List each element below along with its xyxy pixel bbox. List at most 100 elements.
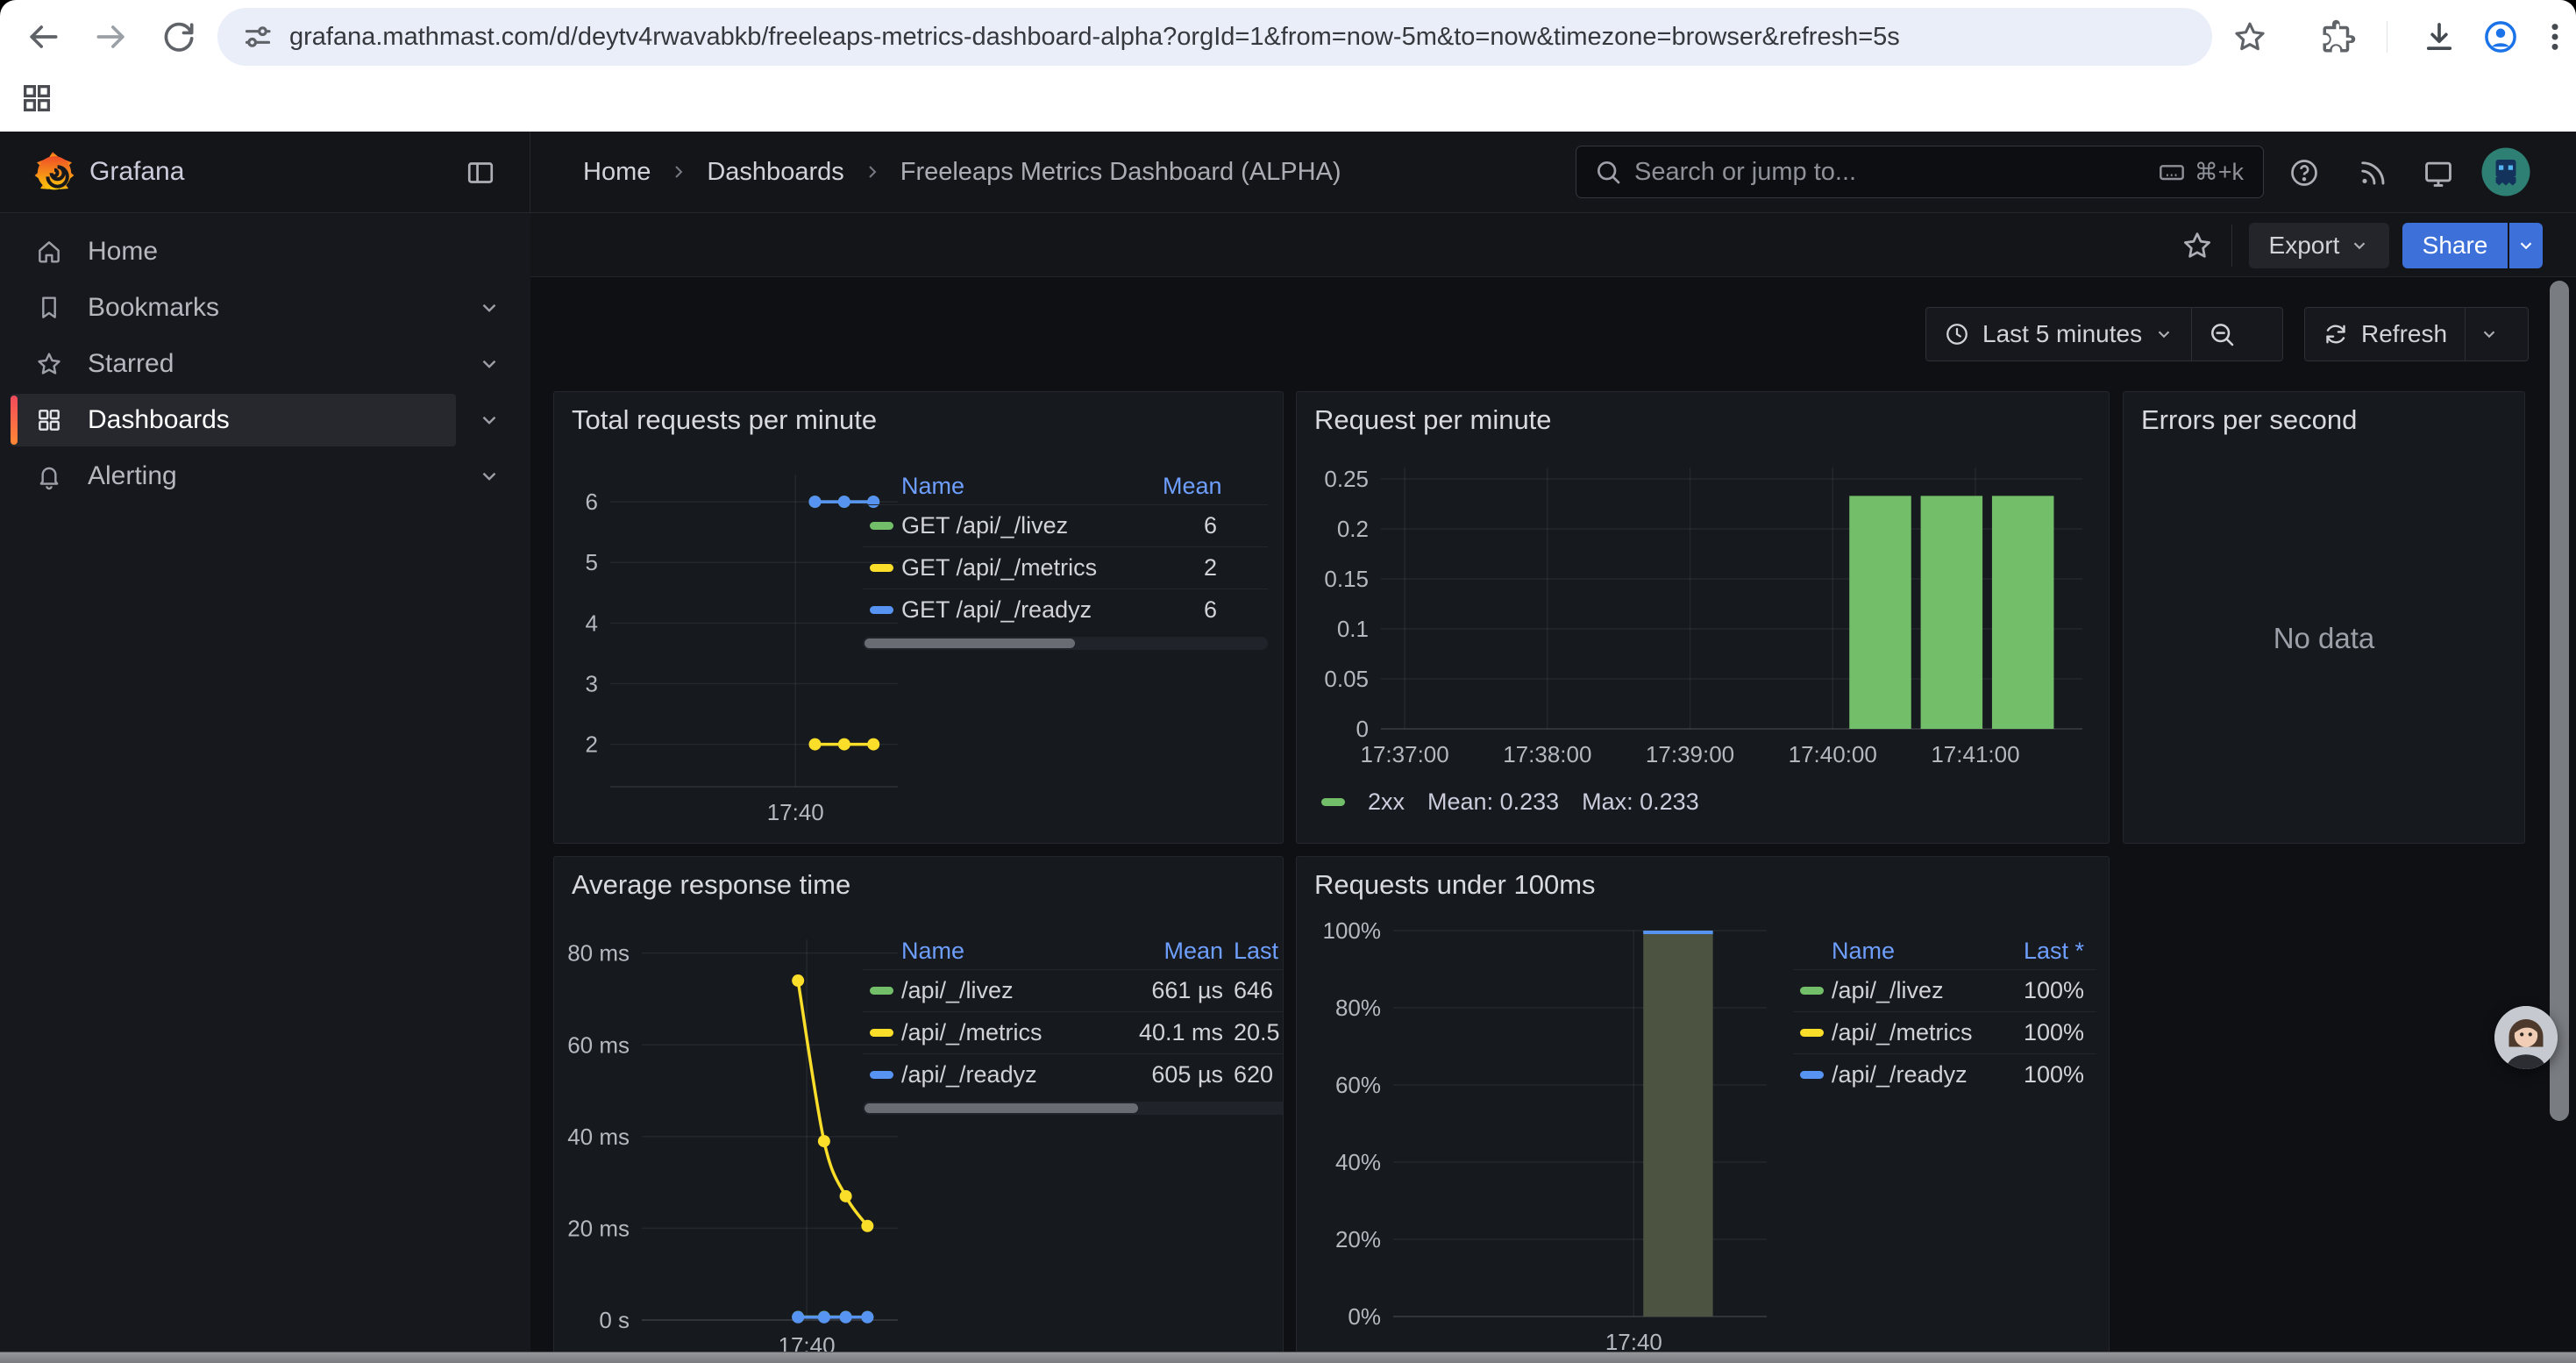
- news-icon[interactable]: [2357, 157, 2388, 189]
- chevron-down-icon[interactable]: [478, 409, 501, 432]
- series-color-dash: [870, 1029, 893, 1037]
- grafana-header: Grafana Home Dashboards Freeleaps Metric…: [0, 132, 2576, 213]
- svg-text:17:40:00: 17:40:00: [1789, 741, 1877, 767]
- series-name[interactable]: /api/_/metrics: [901, 1019, 1102, 1046]
- legend-value: 2: [1163, 554, 1268, 582]
- chevron-right-icon: [862, 161, 883, 182]
- legend-row: GET /api/_/livez6: [863, 504, 1268, 546]
- grafana-logo[interactable]: [33, 151, 75, 193]
- extensions-icon[interactable]: [2320, 18, 2357, 55]
- url-bar[interactable]: grafana.mathmast.com/d/deytv4rwavabkb/fr…: [217, 8, 2212, 66]
- dock-menu-icon[interactable]: [465, 157, 496, 189]
- legend-column-header[interactable]: Last *: [1234, 938, 1284, 965]
- legend-scrollbar-thumb[interactable]: [865, 1103, 1138, 1113]
- chevron-down-icon: [2480, 325, 2499, 344]
- refresh-interval-button[interactable]: [2466, 308, 2513, 360]
- legend-row: /api/_/metrics40.1 ms20.5 m: [863, 1011, 1284, 1053]
- legend-column-header[interactable]: Mean: [1102, 938, 1234, 965]
- active-highlight: [11, 394, 456, 446]
- series-name[interactable]: GET /api/_/readyz: [901, 596, 1163, 624]
- panel-title[interactable]: Average response time: [572, 869, 850, 901]
- legend-row: 2xx Mean: 0.233 Max: 0.233: [1321, 789, 1699, 816]
- series-name[interactable]: GET /api/_/metrics: [901, 554, 1163, 582]
- legend-header: NameLast *: [1793, 932, 2096, 969]
- forward-button[interactable]: [92, 18, 131, 56]
- export-button[interactable]: Export: [2249, 223, 2389, 268]
- no-data-message: No data: [2124, 622, 2524, 655]
- sidebar-item-home[interactable]: Home: [11, 224, 509, 280]
- time-range-button[interactable]: Last 5 minutes: [1926, 308, 2191, 360]
- legend-max: Max: 0.233: [1582, 789, 1699, 816]
- sidebar-item-alerting[interactable]: Alerting: [11, 448, 509, 504]
- chart-request-per-minute[interactable]: 00.050.10.150.20.2517:37:0017:38:0017:39…: [1307, 445, 2096, 796]
- series-name[interactable]: /api/_/livez: [901, 977, 1102, 1004]
- bookmark-star-icon[interactable]: [2231, 18, 2268, 55]
- legend-column-header[interactable]: Name: [901, 938, 1102, 965]
- series-name[interactable]: /api/_/metrics: [1832, 1019, 1991, 1046]
- chevron-down-icon[interactable]: [478, 296, 501, 319]
- browser-menu-button[interactable]: [2537, 18, 2573, 55]
- site-settings-icon[interactable]: [240, 19, 275, 54]
- chevron-down-icon[interactable]: [478, 353, 501, 375]
- breadcrumb-dashboards[interactable]: Dashboards: [707, 158, 843, 187]
- svg-text:3: 3: [586, 670, 598, 696]
- series-name[interactable]: /api/_/livez: [1832, 977, 1991, 1004]
- legend-column-header[interactable]: Name: [901, 473, 1163, 500]
- legend-row: /api/_/readyz605 µs620: [863, 1053, 1284, 1095]
- svg-text:20 ms: 20 ms: [567, 1215, 630, 1241]
- legend-column-header[interactable]: Last *: [1991, 938, 2096, 965]
- series-color-dash: [1800, 1071, 1824, 1079]
- series-name[interactable]: /api/_/readyz: [1832, 1061, 1991, 1088]
- profile-avatar-button[interactable]: [2482, 18, 2519, 55]
- help-icon[interactable]: [2288, 157, 2320, 189]
- series-name[interactable]: 2xx: [1368, 789, 1405, 816]
- search-placeholder: Search or jump to...: [1634, 146, 1856, 197]
- back-button[interactable]: [24, 18, 62, 56]
- panel-title[interactable]: Request per minute: [1314, 404, 1552, 436]
- refresh-button[interactable]: Refresh: [2305, 308, 2465, 360]
- brand-title: Grafana: [89, 132, 184, 212]
- assistant-avatar[interactable]: [2494, 1006, 2558, 1069]
- active-indicator: [11, 396, 18, 445]
- svg-text:0.15: 0.15: [1324, 566, 1369, 592]
- sidebar-item-dashboards[interactable]: Dashboards: [11, 392, 509, 448]
- panel-title[interactable]: Requests under 100ms: [1314, 869, 1596, 901]
- legend-value: 20.5 m: [1234, 1019, 1284, 1046]
- search-input[interactable]: Search or jump to... ⌘+k: [1576, 146, 2264, 198]
- breadcrumb-home[interactable]: Home: [583, 158, 651, 187]
- panel-title[interactable]: Errors per second: [2141, 404, 2357, 436]
- svg-text:40 ms: 40 ms: [567, 1124, 630, 1150]
- legend-scrollbar[interactable]: [863, 637, 1268, 650]
- series-name[interactable]: /api/_/readyz: [901, 1061, 1102, 1088]
- sidebar-item-bookmarks[interactable]: Bookmarks: [11, 280, 509, 336]
- chart-total-requests[interactable]: 6543217:40: [561, 450, 912, 841]
- monitor-icon[interactable]: [2422, 157, 2453, 189]
- sidebar-item-starred[interactable]: Starred: [11, 336, 509, 392]
- svg-text:2: 2: [586, 731, 598, 758]
- legend-scrollbar-thumb[interactable]: [865, 639, 1075, 648]
- legend-value: 605 µs: [1102, 1061, 1234, 1088]
- chevron-down-icon[interactable]: [478, 465, 501, 488]
- panel-title[interactable]: Total requests per minute: [572, 404, 877, 436]
- chart-requests-under-100ms[interactable]: 0%20%40%60%80%100%17:40: [1307, 910, 1781, 1350]
- legend-value: 620: [1234, 1061, 1284, 1088]
- favorite-star-icon[interactable]: [2181, 229, 2214, 262]
- apps-grid-icon[interactable]: [19, 81, 54, 116]
- page-scrollbar-thumb[interactable]: [2550, 281, 2569, 1121]
- chart-avg-response-time[interactable]: 0 s20 ms40 ms60 ms80 ms17:40: [561, 915, 912, 1353]
- series-name[interactable]: GET /api/_/livez: [901, 512, 1163, 539]
- svg-text:0 s: 0 s: [599, 1307, 630, 1333]
- zoom-out-button[interactable]: [2192, 308, 2252, 360]
- legend-column-header[interactable]: Name: [1832, 938, 1991, 965]
- share-button[interactable]: Share: [2402, 223, 2508, 268]
- legend-header: NameMean: [863, 467, 1268, 504]
- reload-button[interactable]: [160, 18, 198, 56]
- legend-scrollbar[interactable]: [863, 1102, 1284, 1115]
- legend-table: NameMeanGET /api/_/livez6GET /api/_/metr…: [863, 467, 1268, 650]
- grafana-app: Grafana Home Dashboards Freeleaps Metric…: [0, 132, 2576, 1363]
- star-icon: [35, 350, 63, 378]
- legend-column-header[interactable]: Mean: [1163, 473, 1268, 500]
- download-icon[interactable]: [2421, 18, 2458, 55]
- share-caret-button[interactable]: [2509, 223, 2543, 268]
- user-avatar[interactable]: [2480, 146, 2532, 198]
